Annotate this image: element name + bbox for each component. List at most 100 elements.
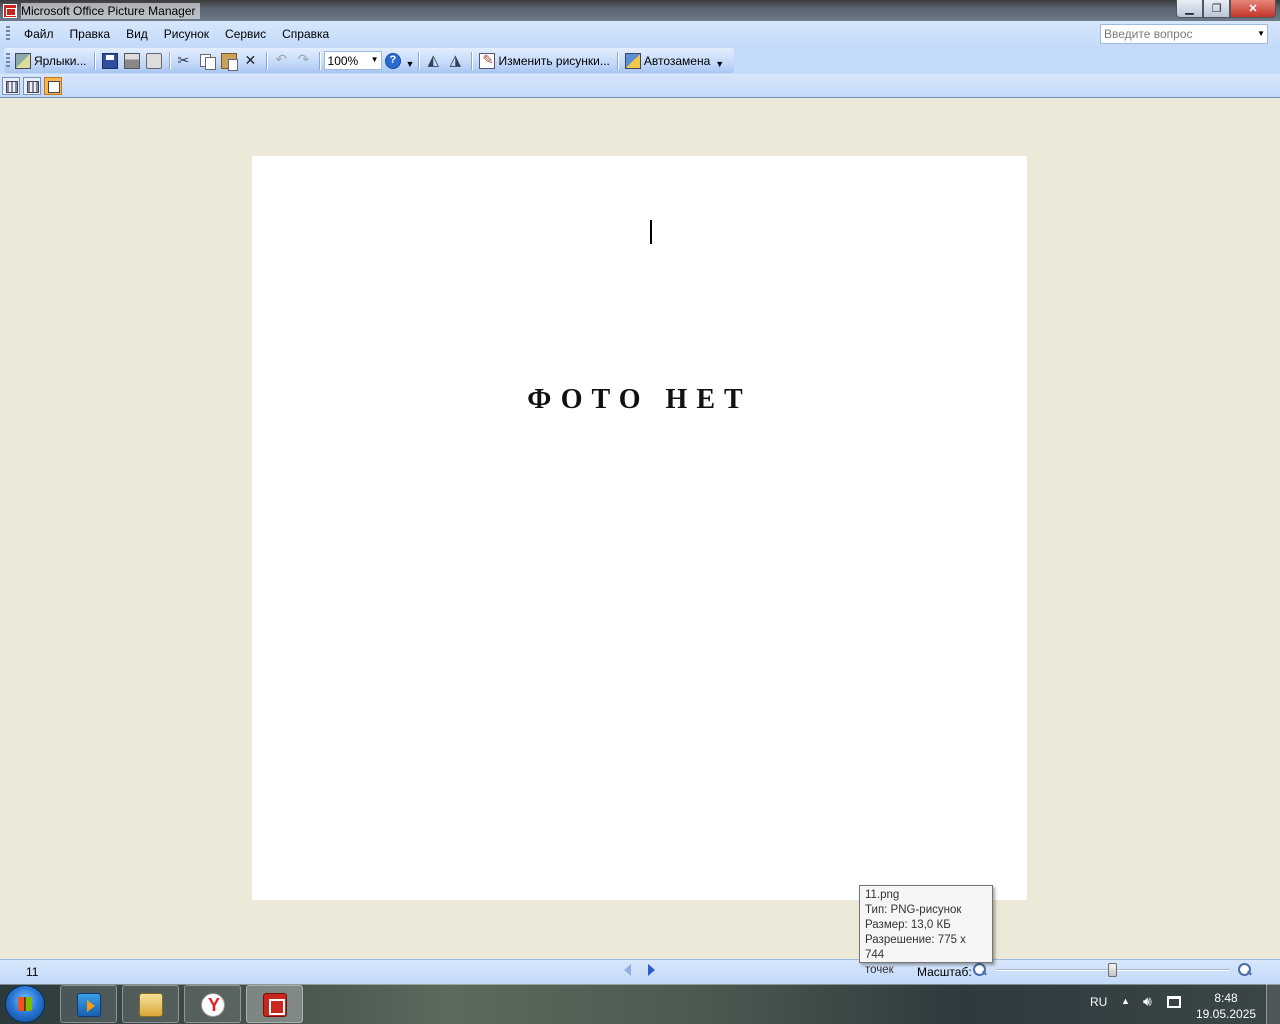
help-icon <box>384 52 401 69</box>
help-question-box[interactable]: Введите вопрос ▼ <box>1100 24 1268 44</box>
menu-picture[interactable]: Рисунок <box>156 27 217 41</box>
zoom-slider[interactable] <box>996 963 1230 977</box>
minimize-button[interactable]: ▁ <box>1176 0 1203 18</box>
tooltip-resolution: Разрешение: 775 x 744 <box>865 934 966 961</box>
folder-icon <box>139 993 163 1017</box>
clock-date: 19.05.2025 <box>1196 1007 1257 1021</box>
text-cursor <box>650 220 652 244</box>
edit-pictures-label: Изменить рисунки... <box>498 53 610 68</box>
menu-tools[interactable]: Сервис <box>217 27 274 41</box>
undo-button[interactable] <box>271 51 293 71</box>
toolbar-separator <box>318 51 320 70</box>
email-icon <box>145 52 162 69</box>
edit-pictures-button[interactable]: Изменить рисунки... <box>476 51 612 71</box>
zoom-combo[interactable]: 100% ▼ <box>323 51 382 70</box>
show-desktop-button[interactable] <box>1266 984 1280 1024</box>
menu-view[interactable]: Вид <box>118 27 156 41</box>
rotate-right-button[interactable] <box>445 51 467 71</box>
copy-button[interactable] <box>196 51 218 71</box>
toolbar-options-icon[interactable]: ▼ <box>715 53 724 69</box>
help-button[interactable] <box>382 51 404 71</box>
zoom-slider-thumb[interactable] <box>1108 963 1117 977</box>
picture-preview[interactable]: ФОТО НЕТ <box>252 156 1027 900</box>
toolbar-grip[interactable] <box>6 52 10 69</box>
language-indicator[interactable]: RU <box>1090 995 1107 1009</box>
next-picture-icon[interactable] <box>648 964 655 976</box>
cut-icon <box>177 52 193 69</box>
title-bar: Microsoft Office Picture Manager ▁ ❐ ✕ <box>0 0 1280 21</box>
close-icon: ✕ <box>1248 3 1258 15</box>
autocorrect-icon <box>624 52 641 69</box>
picture-count: 11 <box>26 965 39 979</box>
zoom-in-button[interactable] <box>1238 963 1252 977</box>
yandex-browser-icon <box>201 993 225 1017</box>
filmstrip-view-button[interactable] <box>23 76 41 95</box>
menu-help[interactable]: Справка <box>274 27 337 41</box>
taskbar-yandex-browser[interactable] <box>184 985 241 1023</box>
delete-icon <box>243 52 259 69</box>
start-button[interactable] <box>5 985 45 1023</box>
windows-taskbar: RU ▲ 🔊︎ 8:48 19.05.2025 <box>0 984 1280 1024</box>
print-icon <box>123 52 140 69</box>
window-controls: ▁ ❐ ✕ <box>1176 0 1276 18</box>
view-toolbar <box>0 74 1280 98</box>
clock[interactable]: 8:48 19.05.2025 <box>1196 990 1256 1022</box>
delete-button[interactable] <box>240 51 262 71</box>
chevron-down-icon[interactable]: ▼ <box>371 55 379 64</box>
toolbar-separator <box>93 51 95 70</box>
picture-workspace: ФОТО НЕТ <box>0 99 1280 959</box>
save-button[interactable] <box>99 51 121 71</box>
toolbar-separator <box>418 51 420 70</box>
tooltip-resolution-unit: точек <box>865 964 894 976</box>
autocorrect-button[interactable]: Автозамена <box>622 51 713 71</box>
paste-button[interactable] <box>218 51 240 71</box>
rotate-left-button[interactable] <box>423 51 445 71</box>
show-hidden-icons-icon[interactable]: ▲ <box>1121 996 1130 1006</box>
restore-icon: ❐ <box>1211 3 1222 15</box>
toolbar-separator <box>616 51 618 70</box>
menu-bar: Файл Правка Вид Рисунок Сервис Справка В… <box>0 21 1280 47</box>
zoom-value: 100% <box>327 53 359 68</box>
toolbar-separator <box>471 51 473 70</box>
tooltip-type: Тип: PNG-рисунок <box>865 904 962 916</box>
volume-icon[interactable]: 🔊︎ <box>1143 993 1152 1010</box>
save-icon <box>101 52 118 69</box>
minimize-icon: ▁ <box>1185 3 1194 15</box>
tooltip-filename: 11.png <box>865 889 900 901</box>
taskbar-media-player[interactable] <box>60 985 117 1023</box>
standard-toolbar: Ярлыки... 100% ▼ ▼ Изменить рисунки... <box>0 47 1280 74</box>
zoom-in-icon <box>1238 963 1252 977</box>
autocorrect-label: Автозамена <box>643 53 711 68</box>
restore-button[interactable]: ❐ <box>1203 0 1230 18</box>
shortcuts-button[interactable]: Ярлыки... <box>12 51 90 71</box>
single-picture-view-button[interactable] <box>44 76 62 95</box>
shortcuts-label: Ярлыки... <box>34 53 87 68</box>
toolbar-separator <box>265 51 267 70</box>
picture-manager-app-icon[interactable] <box>3 3 17 18</box>
cut-button[interactable] <box>174 51 196 71</box>
paste-icon <box>220 52 238 71</box>
taskbar-explorer[interactable] <box>122 985 179 1023</box>
close-button[interactable]: ✕ <box>1230 0 1276 18</box>
menu-file[interactable]: Файл <box>16 27 62 41</box>
redo-button[interactable] <box>293 51 315 71</box>
print-button[interactable] <box>121 51 143 71</box>
email-button[interactable] <box>143 51 165 71</box>
picture-text: ФОТО НЕТ <box>527 384 752 415</box>
picture-manager-icon <box>263 993 287 1017</box>
shortcuts-icon <box>15 52 31 69</box>
previous-picture-icon[interactable] <box>624 964 631 976</box>
tooltip-size: Размер: 13,0 КБ <box>865 919 951 931</box>
toolbar-options-icon[interactable]: ▼ <box>406 53 415 69</box>
chevron-down-icon[interactable]: ▼ <box>1257 29 1265 38</box>
menu-edit[interactable]: Правка <box>62 27 119 41</box>
thumbnail-view-button[interactable] <box>2 76 20 95</box>
window-title: Microsoft Office Picture Manager <box>21 2 200 19</box>
edit-pictures-icon <box>479 52 496 69</box>
network-icon[interactable] <box>1167 996 1181 1008</box>
menubar-grip[interactable] <box>6 26 10 42</box>
status-bar: 11 Масштаб: <box>0 959 1280 984</box>
taskbar-picture-manager[interactable] <box>246 985 303 1023</box>
rotate-left-icon <box>426 51 442 69</box>
file-info-tooltip: 11.png Тип: PNG-рисунок Размер: 13,0 КБ … <box>859 885 993 976</box>
